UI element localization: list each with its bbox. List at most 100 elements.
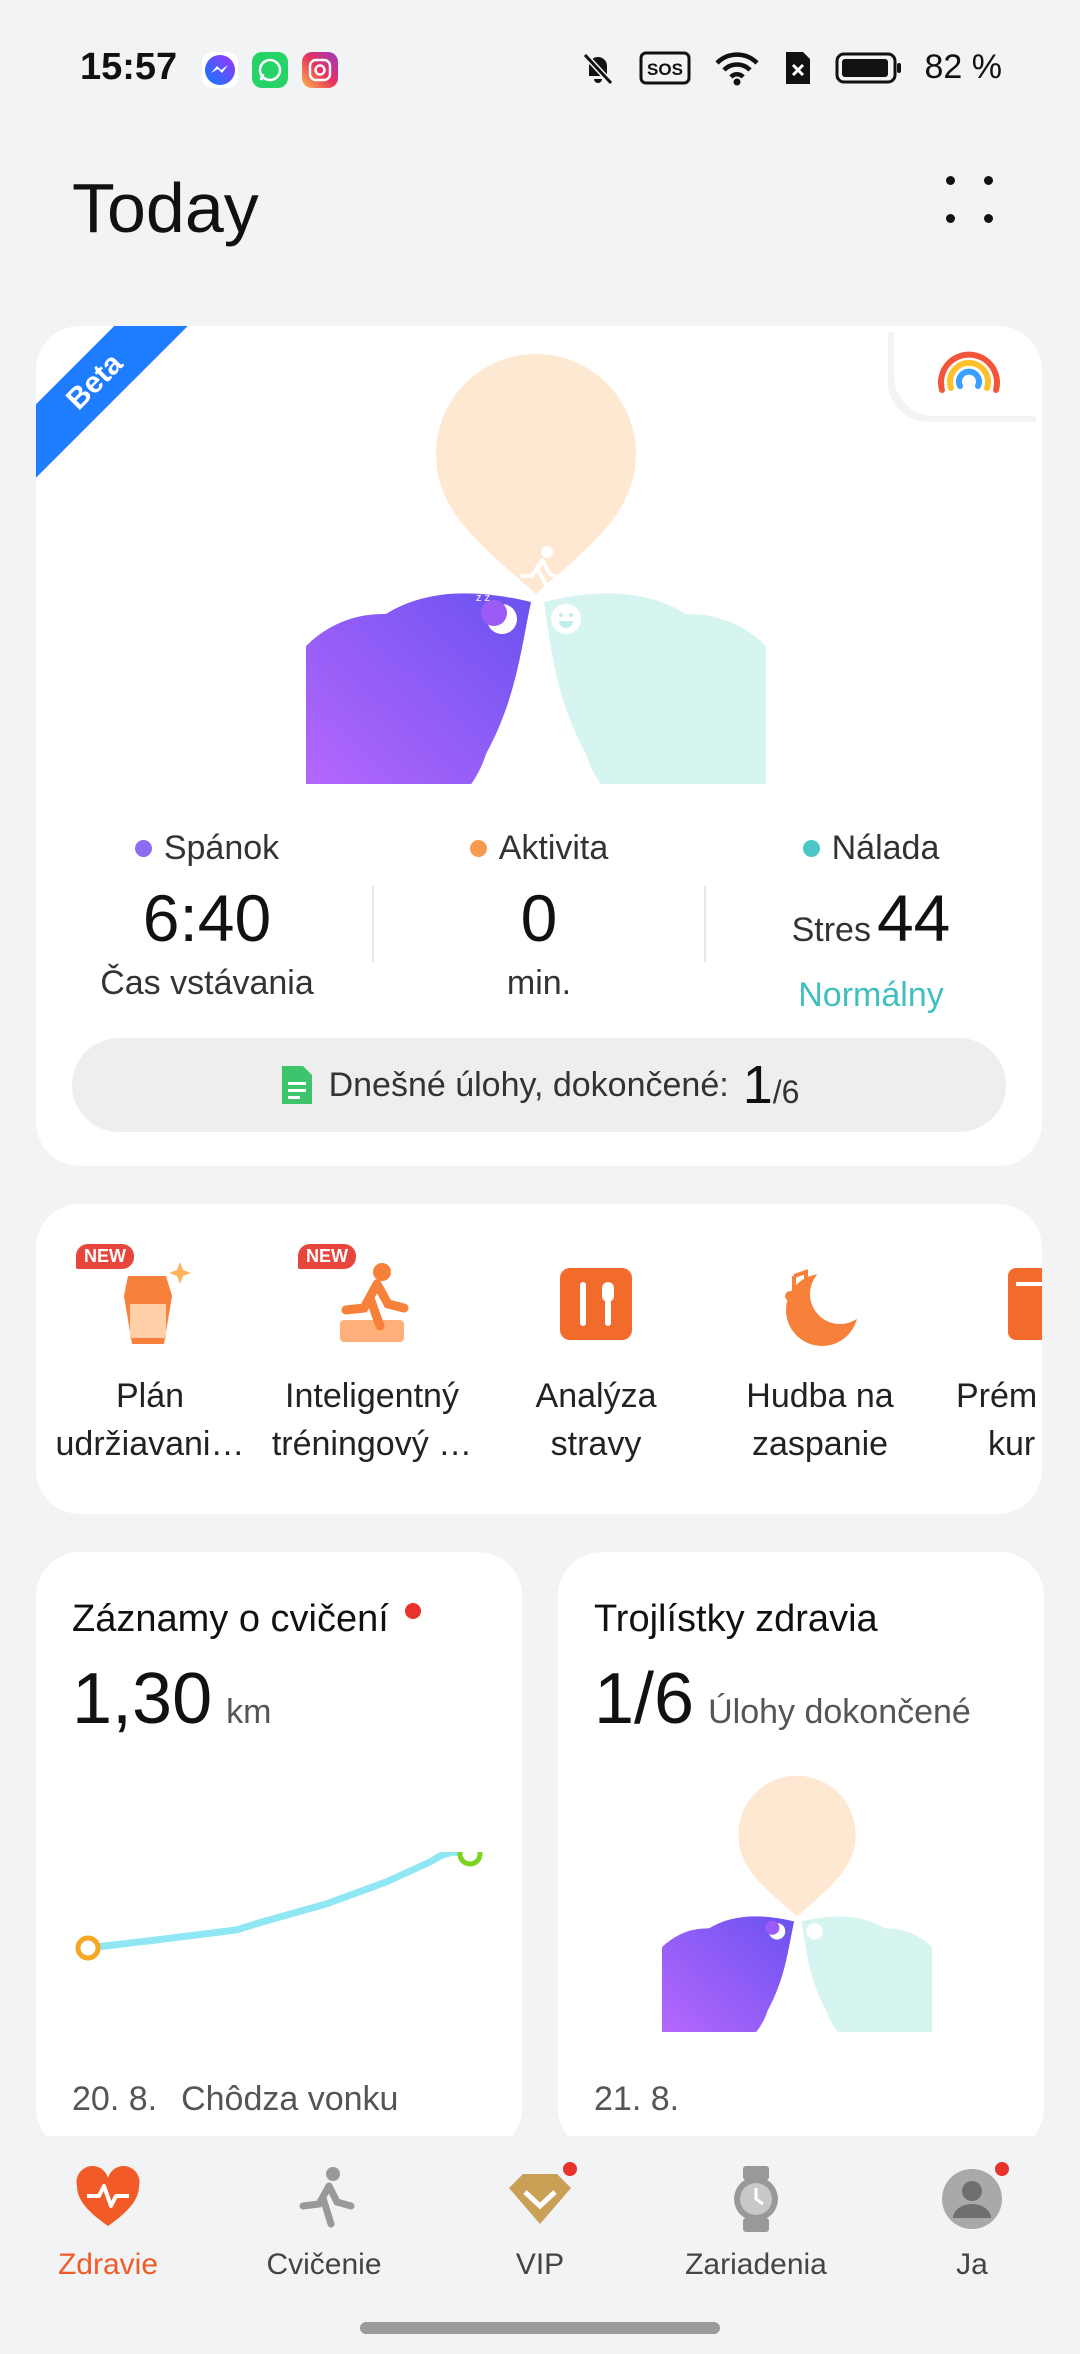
new-badge: NEW	[76, 1244, 134, 1269]
nav-health[interactable]: Zdravie	[0, 2164, 216, 2282]
sleep-stat[interactable]: Spánok 6:40 Čas vstávania	[42, 826, 372, 1003]
svg-text:SOS: SOS	[647, 60, 683, 79]
sos-icon: SOS	[639, 51, 690, 84]
health-clovers-card[interactable]: Trojlístky zdravia 1/6 Úlohy dokončené 21…	[558, 1552, 1044, 2152]
tasks-value: 1/6 Úlohy dokončené	[594, 1659, 971, 1739]
route-trace	[75, 1852, 483, 1961]
shortcut-premium-course[interactable]: Prém kur	[932, 1254, 1042, 1468]
nav-vip[interactable]: VIP	[432, 2160, 648, 2282]
beta-badge: Beta	[36, 326, 195, 482]
tasks-unit: Úlohy dokončené	[708, 1693, 971, 1731]
notification-dot	[404, 1602, 421, 1619]
exercise-date: 20. 8.	[72, 2080, 158, 2118]
dot-icon	[984, 214, 993, 223]
messenger-icon	[202, 52, 238, 88]
page-title: Today	[72, 169, 259, 247]
shortcut-smart-training[interactable]: NEW Inteligentný tréningový …	[262, 1244, 482, 1468]
shortcut-label-line1: Analýza	[535, 1377, 657, 1415]
mood-label: Nálada	[831, 828, 940, 867]
nav-devices[interactable]: Zariadenia	[648, 2164, 864, 2282]
sleep-value: 6:40	[142, 881, 272, 955]
clover-footer: 21. 8.	[594, 2080, 679, 2119]
notification-badge	[561, 2160, 579, 2178]
activity-rings-button[interactable]	[894, 326, 1042, 416]
sleep-sub: Čas vstávania	[100, 964, 314, 1002]
mood-dot	[802, 839, 820, 857]
sleep-music-icon	[770, 1254, 870, 1354]
running-training-icon: NEW	[298, 1244, 422, 1354]
shortcut-diet-analysis[interactable]: Analýza stravy	[486, 1254, 706, 1468]
nav-me[interactable]: Ja	[864, 2160, 1080, 2282]
daily-tasks-button[interactable]: Dnešné úlohy, dokončené: 1/6	[72, 1038, 1006, 1132]
exercise-type: Chôdza vonku	[181, 2080, 399, 2118]
premium-course-icon	[998, 1254, 1042, 1354]
dot-icon	[984, 176, 993, 185]
notification-badge	[993, 2160, 1011, 2178]
smile-icon	[551, 604, 581, 634]
nav-exercise[interactable]: Cvičenie	[216, 2164, 432, 2282]
mute-icon	[582, 52, 613, 85]
whatsapp-icon	[252, 52, 288, 88]
tasks-total: /6	[772, 1074, 800, 1110]
stress-status: Normálny	[798, 976, 944, 1014]
shortcut-weight-plan[interactable]: NEW Plán udržiavani…	[40, 1244, 260, 1468]
distance-unit: km	[226, 1693, 272, 1731]
activity-dot	[469, 839, 487, 857]
shortcuts-card: NEW Plán udržiavani… NEW Inteligentný tr…	[36, 1204, 1042, 1514]
svg-text:z z: z z	[476, 592, 490, 604]
dot-icon	[946, 176, 955, 185]
no-sim-icon	[785, 51, 810, 84]
fork-knife-icon	[546, 1254, 646, 1354]
body-plan-icon: NEW	[76, 1244, 200, 1354]
activity-value: 0	[520, 881, 558, 955]
trilobe-stats: Spánok 6:40 Čas vstávania Aktivita 0 min…	[36, 826, 1042, 1015]
shortcut-label-line2: tréningový …	[271, 1425, 473, 1463]
trilobe-flower: z z	[306, 354, 766, 784]
nav-label: Zdravie	[57, 2248, 159, 2281]
mood-stat[interactable]: Nálada Stres44 Normálny	[706, 826, 1036, 1015]
dot-icon	[946, 214, 955, 223]
mini-trilobe-flower	[662, 1775, 932, 2032]
avatar-icon	[937, 2160, 1011, 2234]
layout-menu-button[interactable]	[940, 170, 1002, 232]
tasks-done: 1	[742, 1055, 773, 1115]
heart-pulse-icon	[73, 2164, 143, 2234]
notification-icons	[202, 52, 338, 88]
shortcut-label-line1: Inteligentný	[285, 1377, 459, 1415]
stress-prefix: Stres	[791, 911, 871, 949]
sleep-dot	[134, 839, 152, 857]
clover-date: 21. 8.	[594, 2080, 680, 2118]
new-badge: NEW	[298, 1244, 356, 1269]
card-title: Záznamy o cvičení	[72, 1598, 421, 1641]
nav-label: VIP	[515, 2248, 565, 2281]
watch-icon	[721, 2164, 791, 2234]
activity-sub: min.	[506, 964, 572, 1002]
activity-stat[interactable]: Aktivita 0 min.	[374, 826, 704, 1003]
system-indicators: SOS 82 %	[579, 48, 1002, 87]
wifi-icon	[714, 51, 759, 85]
shortcut-label-line2: udržiavani…	[55, 1425, 245, 1463]
activity-label: Aktivita	[498, 828, 609, 867]
nav-label: Ja	[956, 2248, 988, 2281]
stress-value: Stres44	[706, 882, 1036, 966]
nav-label: Zariadenia	[685, 2248, 827, 2281]
instagram-icon	[302, 52, 338, 88]
route-start-marker	[75, 1935, 101, 1961]
shortcut-sleep-music[interactable]: Hudba na zaspanie	[710, 1254, 930, 1468]
status-bar: 15:57 SOS 82 %	[0, 0, 1080, 140]
shortcut-label-line2: stravy	[550, 1425, 642, 1463]
tasks-label: Dnešné úlohy, dokončené:	[328, 1065, 729, 1104]
battery-icon	[835, 52, 901, 83]
activity-rings-icon	[938, 351, 1000, 393]
document-icon	[281, 1066, 312, 1104]
health-trilobe-card[interactable]: Beta z z Spánok 6:40 Čas vstávania Aktiv…	[36, 326, 1042, 1166]
nav-label: Cvičenie	[266, 2248, 382, 2281]
activity-petal	[436, 354, 636, 594]
home-indicator[interactable]	[360, 2322, 720, 2334]
shortcut-label-line1: Plán	[115, 1377, 185, 1415]
shortcut-label-line1: Prém	[956, 1377, 1038, 1415]
shortcut-label-line2: zaspanie	[751, 1425, 889, 1463]
card-title: Trojlístky zdravia	[594, 1598, 878, 1640]
diamond-icon	[505, 2160, 579, 2234]
exercise-records-card[interactable]: Záznamy o cvičení 1,30 km 20. 8. Chôdza vo…	[36, 1552, 522, 2152]
